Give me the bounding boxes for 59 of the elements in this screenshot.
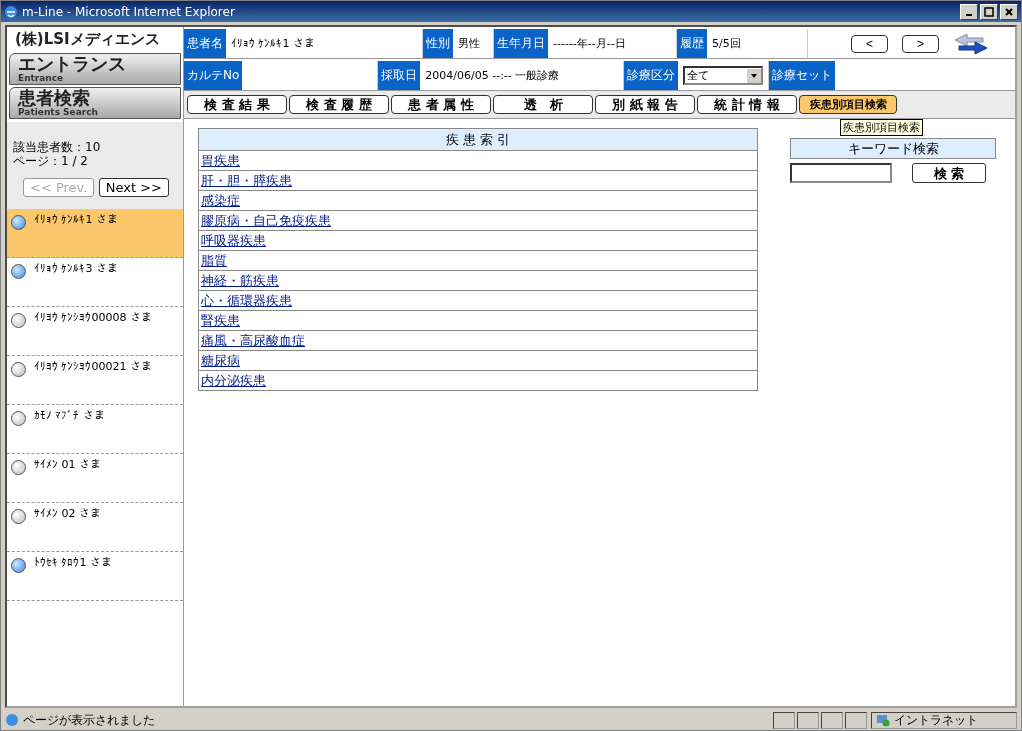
status-bar-pane: [821, 711, 843, 729]
table-header: 疾 患 索 引: [198, 128, 758, 151]
disease-link[interactable]: 呼吸器疾患: [201, 232, 266, 248]
patient-item[interactable]: ｲﾘｮｳ ｹﾝﾙｷ1 さま: [7, 209, 183, 258]
zone-text: イントラネット: [894, 711, 978, 729]
minimize-button[interactable]: [960, 3, 978, 20]
tab[interactable]: 統 計 情 報: [697, 95, 797, 114]
status-bar-pane: [797, 711, 819, 729]
disease-link[interactable]: 肝・胆・膵疾患: [201, 172, 292, 188]
close-icon: [1004, 6, 1014, 17]
tab[interactable]: 疾患別項目検索: [799, 95, 897, 114]
status-text: ページが表示されました: [23, 711, 156, 729]
tooltip: 疾患別項目検索: [840, 119, 923, 136]
patient-count: 該当患者数：10: [13, 140, 102, 154]
status-bar-pane: [773, 711, 795, 729]
disease-link[interactable]: 心・循環器疾患: [201, 292, 292, 308]
disease-link[interactable]: 糖尿病: [201, 352, 240, 368]
disease-link[interactable]: 膠原病・自己免疫疾患: [201, 212, 331, 228]
disease-link[interactable]: 内分泌疾患: [201, 372, 266, 388]
status-bar-pane: [845, 711, 867, 729]
disease-link[interactable]: 腎疾患: [201, 312, 240, 328]
field-label: 診療セット: [769, 61, 836, 90]
tab[interactable]: 検 査 結 果: [187, 95, 287, 114]
browser-icon: [4, 4, 18, 19]
page-icon: [5, 713, 19, 727]
disease-link[interactable]: 胃疾患: [201, 152, 240, 168]
disease-link[interactable]: 神経・筋疾患: [201, 272, 279, 288]
nav-button[interactable]: 患者検索 Patients Search: [9, 87, 181, 119]
maximize-button[interactable]: [980, 3, 998, 20]
field-label: 履歴: [677, 29, 707, 58]
category-dropdown[interactable]: 全て: [683, 66, 764, 85]
field-label: 診療区分: [624, 61, 679, 90]
minimize-icon: [966, 13, 972, 16]
next-button[interactable]: Next >>: [98, 178, 169, 197]
tab[interactable]: 患 者 属 性: [391, 95, 491, 114]
page-indicator: ページ：1 / 2: [13, 154, 89, 168]
close-button[interactable]: [1000, 3, 1018, 20]
field-label: 生年月日: [494, 29, 548, 58]
search-button[interactable]: 検 索: [912, 163, 986, 183]
disease-link[interactable]: 感染症: [201, 192, 240, 208]
keyword-input[interactable]: [790, 163, 892, 183]
intranet-icon: [876, 713, 890, 727]
tab[interactable]: 検 査 履 歴: [289, 95, 389, 114]
field-label: 採取日: [378, 61, 421, 90]
keyword-search-header: キーワード検索: [790, 138, 996, 159]
field-label: 性別: [423, 29, 453, 58]
window-title: m-Line - Microsoft Internet Explorer: [22, 4, 236, 19]
maximize-icon: [984, 6, 994, 17]
tab[interactable]: 透 析: [493, 95, 593, 114]
nav-button[interactable]: エントランス Entrance: [9, 53, 181, 85]
tab[interactable]: 別 紙 報 告: [595, 95, 695, 114]
disease-link[interactable]: 痛風・高尿酸血症: [201, 332, 305, 348]
swap-arrows-icon[interactable]: [953, 31, 989, 56]
field-label: カルテNo: [184, 61, 243, 90]
field-label: 患者名: [184, 29, 226, 58]
disease-link[interactable]: 脂質: [201, 252, 227, 268]
field-value: 5/5回: [707, 29, 808, 58]
previous-record-button[interactable]: <: [851, 34, 888, 53]
next-record-button[interactable]: >: [902, 34, 939, 53]
